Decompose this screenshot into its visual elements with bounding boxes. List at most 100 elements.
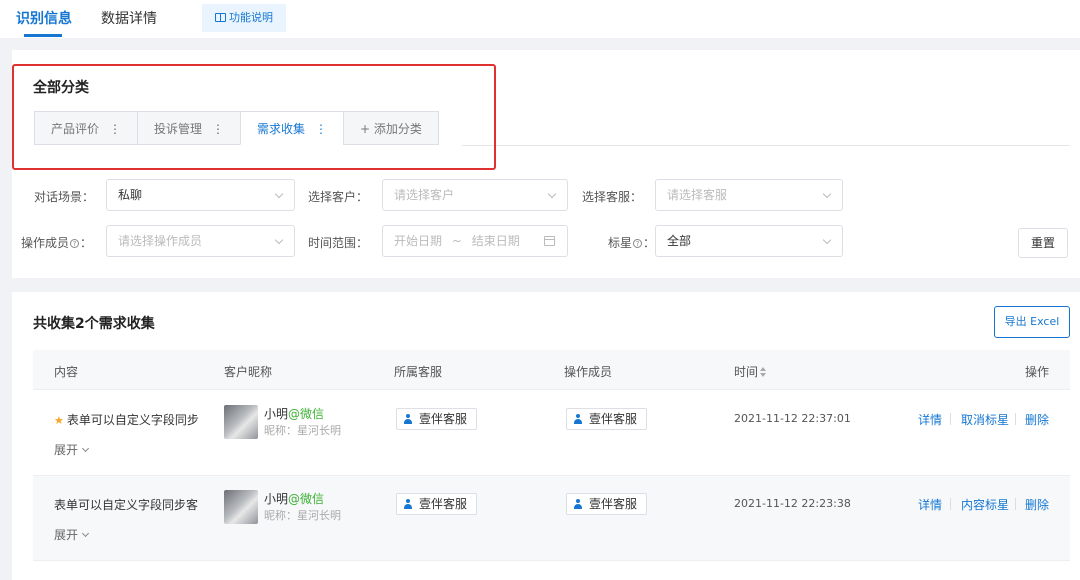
operator-label-colon: ： (80, 236, 93, 250)
category-title: 全部分类 (33, 80, 89, 96)
date-range-picker[interactable]: 开始日期 ~ 结束日期 (382, 225, 568, 257)
action-divider (950, 498, 951, 510)
more-icon[interactable]: ⋮ (212, 122, 224, 136)
customer-nickname: 昵称：星河长明 (264, 509, 341, 522)
operator-tag: 壹伴客服 (566, 493, 648, 515)
customer-nickname: 昵称：星河长明 (264, 424, 341, 437)
filter-panel: 全部分类 产品评价 ⋮ 投诉管理 ⋮ 需求收集 ⋮ + 添加分类 对话场景： 私聊 选… (12, 50, 1080, 278)
scene-select[interactable]: 私聊 (106, 179, 295, 211)
operator-label: 操作成员?： (21, 234, 92, 251)
chevron-down-icon (81, 444, 90, 453)
calendar-icon (544, 236, 555, 246)
customer-label: 选择客户： (308, 190, 369, 204)
header-service: 所属客服 (394, 365, 443, 379)
detail-link[interactable]: 详情 (918, 411, 942, 428)
help-icon[interactable]: ? (633, 239, 643, 248)
time-cell: 2021-11-12 22:37:01 (734, 412, 851, 425)
star-select[interactable]: 全部 (655, 225, 843, 257)
chevron-down-icon (822, 235, 832, 245)
top-tab-bar: 识别信息 数据详情 功能说明 (0, 0, 1080, 38)
detail-link[interactable]: 详情 (918, 496, 942, 513)
tab-recognition-info[interactable]: 识别信息 (16, 8, 72, 28)
scene-value: 私聊 (118, 188, 143, 202)
customer-select[interactable]: 请选择客户 (382, 179, 568, 211)
service-tag: 壹伴客服 (396, 493, 478, 515)
category-tab-product-review[interactable]: 产品评价 ⋮ (34, 111, 138, 145)
content-text: 表单可以自定义字段同步 (66, 413, 199, 427)
tab-divider (462, 145, 1070, 146)
scene-label: 对话场景： (34, 190, 95, 204)
expand-label: 展开 (54, 443, 79, 457)
table-row: ★ 表单可以自定义字段同步 展开 小明@微信 昵称：星河长明 壹伴客服 壹伴客服 … (33, 391, 1070, 476)
star-label-text: 标星 (608, 236, 633, 250)
reset-button[interactable]: 重置 (1018, 228, 1068, 258)
expand-toggle[interactable]: 展开 (54, 441, 90, 458)
end-date-placeholder: 结束日期 (471, 234, 520, 248)
table-row: 表单可以自定义字段同步客 展开 小明@微信 昵称：星河长明 壹伴客服 壹伴客服 … (33, 476, 1070, 561)
star-label: 标星?： (608, 234, 655, 251)
sort-icon[interactable] (760, 367, 767, 377)
expand-label: 展开 (54, 528, 79, 542)
wechat-source: @微信 (288, 407, 325, 421)
action-divider (1015, 413, 1016, 425)
operator-tag: 壹伴客服 (566, 408, 648, 430)
category-tab-label: 投诉管理 (154, 122, 203, 136)
header-content: 内容 (54, 365, 79, 379)
wechat-source: @微信 (288, 492, 325, 506)
unstar-link[interactable]: 取消标星 (961, 411, 1009, 428)
category-tab-complaint[interactable]: 投诉管理 ⋮ (137, 111, 241, 145)
service-select[interactable]: 请选择客服 (655, 179, 843, 211)
range-label: 时间范围： (308, 236, 369, 250)
star-content-link[interactable]: 内容标星 (961, 496, 1009, 513)
operator-label-text: 操作成员 (21, 236, 70, 250)
service-name: 壹伴客服 (419, 497, 468, 511)
expand-toggle[interactable]: 展开 (54, 526, 90, 543)
book-icon (215, 13, 226, 22)
chevron-down-icon (274, 235, 284, 245)
add-category-button[interactable]: + 添加分类 (343, 111, 439, 145)
category-tab-demand[interactable]: 需求收集 ⋮ (240, 111, 344, 145)
chevron-down-icon (274, 189, 284, 199)
star-icon[interactable]: ★ (54, 414, 64, 427)
user-icon (573, 414, 583, 424)
header-operator: 操作成员 (564, 365, 613, 379)
header-time-label: 时间 (734, 365, 759, 379)
chevron-down-icon (822, 189, 832, 199)
export-excel-button[interactable]: 导出 Excel (994, 306, 1070, 338)
customer-name: 小明@微信 (264, 490, 324, 507)
content-cell: ★ 表单可以自定义字段同步 (54, 411, 199, 428)
table-header: 内容 客户昵称 所属客服 操作成员 时间 操作 (33, 350, 1070, 390)
more-icon[interactable]: ⋮ (315, 122, 327, 136)
category-tabs: 产品评价 ⋮ 投诉管理 ⋮ 需求收集 ⋮ + 添加分类 (34, 111, 439, 145)
customer-name-text: 小明 (264, 407, 289, 421)
help-icon[interactable]: ? (70, 239, 80, 248)
header-actions: 操作 (1025, 365, 1050, 379)
service-placeholder: 请选择客服 (667, 188, 728, 202)
content-cell: 表单可以自定义字段同步客 (54, 496, 198, 513)
action-divider (1015, 498, 1016, 510)
results-panel: 共收集2个需求收集 导出 Excel 内容 客户昵称 所属客服 操作成员 时间 … (12, 292, 1080, 580)
chevron-down-icon (81, 529, 90, 538)
action-divider (950, 413, 951, 425)
category-tab-label: 产品评价 (51, 122, 100, 136)
results-title: 共收集2个需求收集 (33, 316, 155, 332)
service-tag: 壹伴客服 (396, 408, 478, 430)
function-guide-button[interactable]: 功能说明 (202, 4, 286, 32)
table-row-partial (33, 561, 1070, 580)
delete-link[interactable]: 删除 (1025, 496, 1049, 513)
header-time[interactable]: 时间 (734, 363, 767, 380)
avatar (224, 405, 258, 439)
tab-data-details[interactable]: 数据详情 (101, 8, 157, 28)
delete-link[interactable]: 删除 (1025, 411, 1049, 428)
star-label-colon: ： (643, 236, 656, 250)
operator-placeholder: 请选择操作成员 (118, 234, 203, 248)
operator-name: 壹伴客服 (589, 497, 638, 511)
more-icon[interactable]: ⋮ (109, 122, 121, 136)
range-separator: ~ (451, 234, 462, 248)
operator-select[interactable]: 请选择操作成员 (106, 225, 295, 257)
active-tab-indicator (24, 34, 62, 37)
star-value: 全部 (667, 234, 692, 248)
user-icon (403, 499, 413, 509)
time-cell: 2021-11-12 22:23:38 (734, 497, 851, 510)
service-name: 壹伴客服 (419, 412, 468, 426)
